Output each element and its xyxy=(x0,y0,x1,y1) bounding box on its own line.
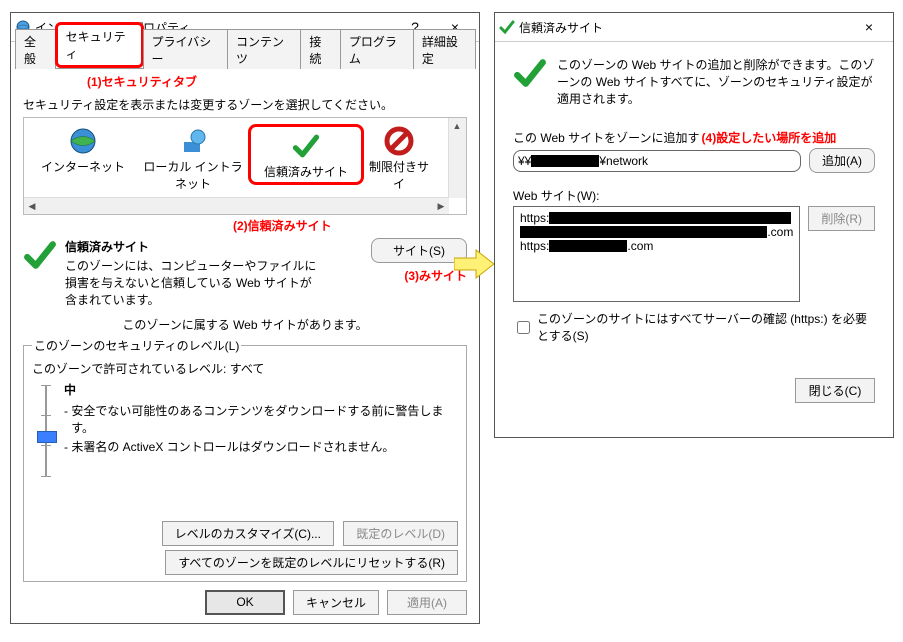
intranet-icon xyxy=(178,126,208,156)
site-listbox[interactable]: https: .com https: .com xyxy=(513,206,800,302)
security-level-legend: このゾーンのセキュリティのレベル(L) xyxy=(32,337,241,354)
close-dialog-button[interactable]: 閉じる(C) xyxy=(795,378,875,403)
input-suffix: ¥network xyxy=(599,154,648,168)
security-tab-content: セキュリティ設定を表示または変更するゾーンを選択してください。 インターネット … xyxy=(11,90,479,594)
level-name: 中 xyxy=(64,381,458,398)
trusted-description: このゾーンの Web サイトの追加と削除ができます。このゾーンの Web サイト… xyxy=(557,56,875,107)
dialog-footer: OK キャンセル 適用(A) xyxy=(205,590,467,615)
zone-intranet-label: ローカル イントラネット xyxy=(138,158,248,192)
allowed-levels: このゾーンで許可されているレベル: すべて xyxy=(32,360,458,377)
site3-prefix: https: xyxy=(520,239,549,253)
tab-advanced[interactable]: 詳細設定 xyxy=(413,29,476,69)
titlebar: 信頼済みサイト × xyxy=(495,13,893,42)
zone-restricted-label: 制限付きサイ xyxy=(364,158,434,192)
restricted-icon xyxy=(384,126,414,156)
https-required-label: このゾーンのサイトにはすべてサーバーの確認 (https:) を必要とする(S) xyxy=(537,310,875,344)
https-required-checkbox[interactable] xyxy=(517,321,530,334)
annotation-3: (3)みサイト xyxy=(371,267,467,284)
add-prompt: この Web サイトをゾーンに追加す xyxy=(513,131,700,145)
annotation-4: (4)設定したい場所を追加 xyxy=(702,131,837,145)
reset-all-button[interactable]: すべてのゾーンを既定のレベルにリセットする(R) xyxy=(165,550,458,575)
zone-intranet[interactable]: ローカル イントラネット xyxy=(138,124,248,192)
trusted-icon xyxy=(499,19,515,35)
scroll-up-icon[interactable]: ▲ xyxy=(449,118,465,134)
zone-has-sites: このゾーンに属する Web サイトがあります。 xyxy=(23,316,467,333)
site3-suffix: .com xyxy=(627,239,653,253)
redacted-3 xyxy=(549,240,627,252)
close-button[interactable]: × xyxy=(849,15,889,39)
zone-trusted-label: 信頼済みサイト xyxy=(251,163,361,180)
ok-button[interactable]: OK xyxy=(205,590,285,615)
level-bullet-2: - 未署名の ActiveX コントロールはダウンロードされません。 xyxy=(64,438,458,455)
zone-internet[interactable]: インターネット xyxy=(28,124,138,175)
zone-trusted[interactable]: 信頼済みサイト xyxy=(248,124,364,185)
tab-content[interactable]: コンテンツ xyxy=(227,29,301,69)
check-icon xyxy=(513,56,547,90)
check-icon xyxy=(292,132,320,160)
zone-check-icon xyxy=(23,238,57,272)
input-prefix: ¥¥ xyxy=(518,154,531,168)
zone-internet-label: インターネット xyxy=(28,158,138,175)
site1-prefix: https: xyxy=(520,211,549,225)
site2-suffix: .com xyxy=(767,225,793,239)
zone-scroll-horizontal[interactable]: ◀ ▶ xyxy=(24,197,449,214)
apply-button[interactable]: 適用(A) xyxy=(387,590,467,615)
zone-list[interactable]: インターネット ローカル イントラネット 信頼済みサイト 制限付きサイ ▲ xyxy=(23,117,467,215)
scroll-left-icon[interactable]: ◀ xyxy=(24,198,40,214)
globe-icon xyxy=(68,126,98,156)
redacted-1 xyxy=(549,212,791,224)
zone-prompt: セキュリティ設定を表示または変更するゾーンを選択してください。 xyxy=(23,96,467,113)
default-level-button[interactable]: 既定のレベル(D) xyxy=(343,521,458,546)
annotation-2: (2)信頼済みサイト xyxy=(233,217,467,234)
add-site-input[interactable]: ¥¥ ¥network xyxy=(513,150,801,172)
trusted-sites-window: 信頼済みサイト × このゾーンの Web サイトの追加と削除ができます。このゾー… xyxy=(494,12,894,438)
site-list-label: Web サイト(W): xyxy=(513,187,875,204)
tab-strip: 全般 セキュリティ プライバシー コンテンツ 接続 プログラム 詳細設定 xyxy=(15,46,475,69)
annotation-1: (1)セキュリティタブ xyxy=(87,73,479,90)
zone-scroll-vertical[interactable]: ▲ xyxy=(448,118,466,198)
tab-privacy[interactable]: プライバシー xyxy=(143,29,228,69)
tab-programs[interactable]: プログラム xyxy=(340,29,414,69)
tab-general[interactable]: 全般 xyxy=(15,29,56,69)
internet-properties-window: インターネットのプロパティ ? × 全般 セキュリティ プライバシー コンテンツ… xyxy=(10,12,480,624)
sites-button[interactable]: サイト(S) xyxy=(371,238,467,263)
zone-description: このゾーンには、コンピューターやファイルに損害を与えないと信頼している Web … xyxy=(65,257,323,308)
remove-button[interactable]: 削除(R) xyxy=(808,206,875,231)
security-level-slider[interactable] xyxy=(32,381,60,481)
zone-restricted[interactable]: 制限付きサイ xyxy=(364,124,434,192)
custom-level-button[interactable]: レベルのカスタマイズ(C)... xyxy=(162,521,334,546)
add-button[interactable]: 追加(A) xyxy=(809,148,875,173)
cancel-button[interactable]: キャンセル xyxy=(293,590,379,615)
trusted-title: 信頼済みサイト xyxy=(515,19,849,36)
tab-security[interactable]: セキュリティ xyxy=(55,22,144,68)
zone-title: 信頼済みサイト xyxy=(65,238,363,255)
guide-arrow-icon xyxy=(454,248,496,280)
level-bullet-1: - 安全でない可能性のあるコンテンツをダウンロードする前に警告します。 xyxy=(64,402,458,436)
redacted-host xyxy=(531,155,599,167)
scroll-right-icon[interactable]: ▶ xyxy=(433,198,449,214)
security-level-group: このゾーンのセキュリティのレベル(L) このゾーンで許可されているレベル: すべ… xyxy=(23,337,467,582)
redacted-2 xyxy=(520,226,767,238)
tab-connections[interactable]: 接続 xyxy=(300,29,341,69)
